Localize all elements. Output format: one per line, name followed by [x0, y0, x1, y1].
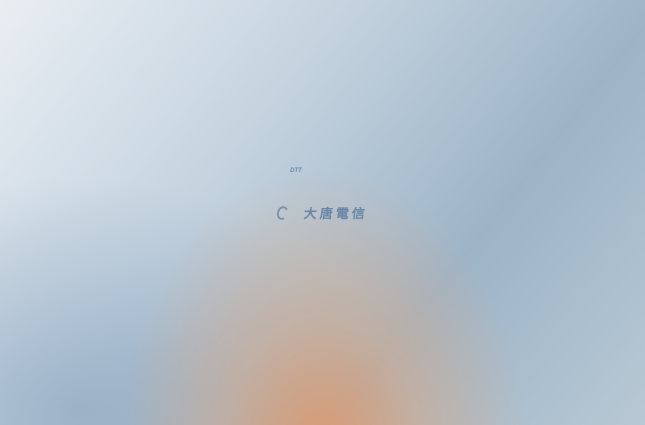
crescent-icon — [275, 204, 290, 221]
app-window: VideoClient_V2 ─ ▢ ✕ 系统视图工具帮助 监控视频 录像回放 … — [0, 0, 645, 425]
watermark-abbr: DTT — [290, 168, 302, 174]
main-area: 主控制中心 平台1_1 Camera 01(136) Camer — [0, 47, 645, 362]
video-grid: DTT 大唐電信 — [115, 49, 643, 341]
watermark-logo: DTT 大唐電信 — [0, 0, 645, 425]
watermark-name: 大唐電信 — [303, 203, 369, 222]
video-tile[interactable]: DTT 大唐電信 — [0, 0, 645, 425]
video-wall-area: DTT 大唐電信 — [115, 49, 643, 360]
